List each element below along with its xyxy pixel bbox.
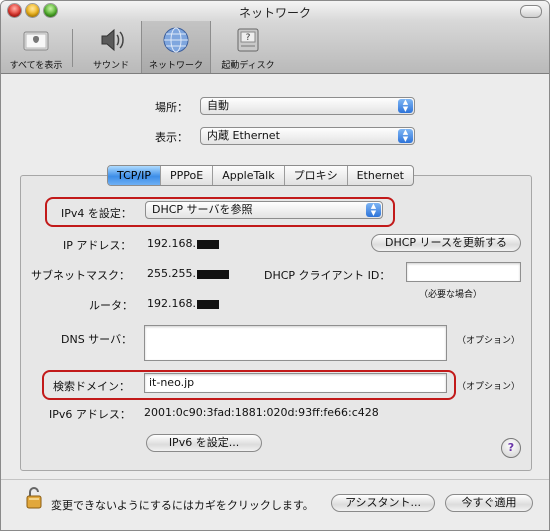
toolbar-label: ネットワーク: [148, 61, 203, 71]
lock-text: 変更できないようにするにはカギをクリックします。: [51, 499, 314, 512]
divider: [1, 479, 549, 480]
lock-icon[interactable]: [25, 485, 43, 509]
toolbar-label: すべてを表示: [9, 61, 63, 71]
help-icon[interactable]: ?: [501, 438, 521, 458]
tab-proxy[interactable]: プロキシ: [283, 166, 347, 185]
subnet-label: サブネットマスク：: [31, 269, 130, 282]
popup-arrows-icon: ▲ ▼: [366, 203, 381, 217]
subnet-value-row: 255.255.: [147, 267, 229, 280]
ipv4-popup[interactable]: DHCP サーバを参照 ▲ ▼: [145, 201, 383, 219]
toolbar-sound[interactable]: サウンド: [81, 21, 141, 73]
configure-ipv6-button[interactable]: IPv6 を設定...: [146, 434, 262, 452]
search-hint: （オプション）: [457, 382, 521, 392]
ipv4-label: IPv4 を設定：: [61, 207, 132, 220]
router-value-row: 192.168.: [147, 297, 219, 310]
router-label: ルータ：: [89, 299, 133, 312]
ip-label: IP アドレス：: [63, 239, 132, 252]
show-value: 内蔵 Ethernet: [207, 129, 280, 142]
title-bar: ネットワーク: [1, 1, 549, 21]
redaction-box: [196, 299, 219, 309]
ipv4-value: DHCP サーバを参照: [152, 203, 253, 216]
location-value: 自動: [207, 99, 229, 112]
redaction-box: [196, 239, 219, 249]
svg-text:?: ?: [246, 33, 251, 43]
apply-now-button[interactable]: 今すぐ適用: [445, 494, 533, 512]
client-id-field[interactable]: [406, 262, 521, 282]
renew-dhcp-button[interactable]: DHCP リースを更新する: [371, 234, 521, 252]
show-all-icon: [23, 31, 49, 51]
toolbar-show-all[interactable]: すべてを表示: [3, 21, 69, 73]
tab-ethernet[interactable]: Ethernet: [346, 166, 413, 185]
tab-appletalk[interactable]: AppleTalk: [212, 166, 283, 185]
assistant-button[interactable]: アシスタント...: [331, 494, 435, 512]
dns-hint: （オプション）: [457, 336, 521, 346]
popup-arrows-icon: ▲ ▼: [398, 99, 413, 113]
ipv6-label: IPv6 アドレス：: [49, 408, 131, 421]
toolbar-startup-disk[interactable]: ? 起動ディスク: [213, 21, 283, 73]
speaker-icon: [101, 28, 124, 52]
popup-arrows-icon: ▲ ▼: [398, 129, 413, 143]
location-popup[interactable]: 自動 ▲ ▼: [200, 97, 415, 115]
startup-disk-icon: ?: [237, 28, 259, 52]
ip-value-row: 192.168.: [147, 237, 219, 250]
window-title: ネットワーク: [238, 6, 311, 20]
network-globe-icon: [163, 27, 189, 53]
tab-bar: TCP/IP PPPoE AppleTalk プロキシ Ethernet: [107, 165, 414, 186]
toolbar-label: 起動ディスク: [221, 61, 275, 71]
toolbar-separator: [72, 29, 73, 67]
toolbar: すべてを表示 サウンド ネットワーク ? 起動ディスク: [1, 21, 549, 74]
subnet-value: 255.255.: [147, 267, 196, 280]
ip-value: 192.168.: [147, 237, 196, 250]
router-value: 192.168.: [147, 297, 196, 310]
redaction-box: [196, 269, 229, 279]
tab-pppoe[interactable]: PPPoE: [159, 166, 212, 185]
show-popup[interactable]: 内蔵 Ethernet ▲ ▼: [200, 127, 415, 145]
client-id-hint: （必要な場合）: [419, 290, 483, 300]
show-label: 表示：: [155, 131, 188, 144]
client-id-label: DHCP クライアント ID：: [264, 269, 391, 282]
location-label: 場所：: [155, 101, 188, 114]
toolbar-toggle-button[interactable]: [520, 5, 542, 18]
ipv6-value: 2001:0c90:3fad:1881:020d:93ff:fe66:c428: [144, 406, 379, 419]
dns-field[interactable]: [144, 325, 447, 361]
search-domain-field[interactable]: it-neo.jp: [144, 373, 447, 393]
search-label: 検索ドメイン：: [53, 380, 130, 393]
toolbar-network[interactable]: ネットワーク: [141, 21, 211, 73]
dns-label: DNS サーバ：: [61, 333, 133, 346]
tab-tcpip[interactable]: TCP/IP: [108, 166, 160, 185]
toolbar-label: サウンド: [92, 61, 129, 71]
preferences-window: ネットワーク すべてを表示 サウンド ネットワーク ? 起動ディスク 場所： 自…: [0, 0, 550, 531]
